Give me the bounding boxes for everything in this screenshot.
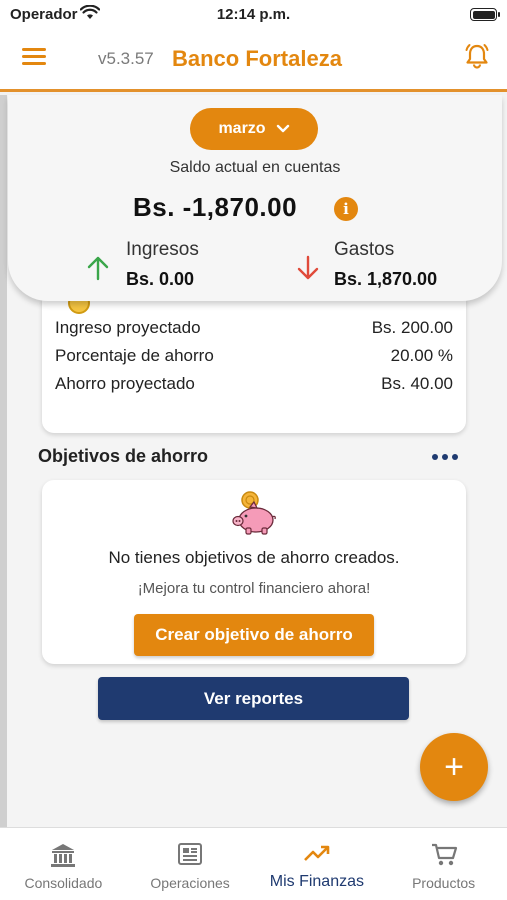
add-button[interactable]: + [420, 733, 488, 801]
tab-label: Mis Finanzas [269, 873, 364, 890]
status-bar: Operador 12:14 p.m. [0, 0, 507, 28]
bank-icon [51, 844, 76, 867]
projection-value: 20.00 % [390, 346, 453, 365]
projection-row: Ingreso proyectado Bs. 200.00 [55, 318, 453, 338]
balance-value: Bs. -1,870.00 [133, 192, 298, 222]
menu-icon[interactable] [22, 46, 48, 68]
app-bar: v5.3.57 Banco Fortaleza [0, 28, 507, 92]
projection-value: Bs. 40.00 [381, 374, 453, 393]
notification-bell-icon[interactable] [463, 42, 491, 70]
projection-label: Ingreso proyectado [55, 318, 201, 337]
expense-value: Bs. 1,870.00 [334, 269, 438, 289]
tab-label: Consolidado [24, 875, 103, 891]
operations-icon [178, 843, 203, 865]
arrow-down-icon [297, 255, 319, 280]
projection-row: Porcentaje de ahorro 20.00 % [55, 346, 453, 366]
balance-label: Saldo actual en cuentas [169, 159, 341, 176]
battery-icon [470, 8, 500, 21]
month-label: marzo [218, 120, 266, 137]
empty-goals-subtitle: ¡Mejora tu control financiero ahora! [137, 580, 371, 597]
projection-label: Ahorro proyectado [55, 374, 195, 393]
trending-up-icon [303, 845, 330, 861]
tab-mis-finanzas[interactable]: Mis Finanzas [254, 828, 381, 900]
tab-consolidado[interactable]: Consolidado [0, 828, 127, 900]
balance-summary: marzo Saldo actual en cuentas Bs. -1,870… [8, 95, 502, 301]
month-selector[interactable]: marzo [190, 108, 318, 150]
tab-label: Operaciones [150, 875, 230, 891]
tab-label: Productos [412, 875, 476, 891]
projection-row: Ahorro proyectado Bs. 40.00 [55, 374, 453, 394]
projection-value: Bs. 200.00 [371, 318, 453, 337]
side-edge [0, 95, 7, 827]
expense-label: Gastos [334, 239, 395, 260]
brand-title: Banco Fortaleza [172, 46, 342, 71]
savings-goals-card: No tienes objetivos de ahorro creados. ¡… [42, 480, 466, 664]
more-options-icon[interactable] [432, 454, 458, 460]
piggy-bank-icon [232, 491, 276, 535]
savings-goals-title: Objetivos de ahorro [38, 446, 209, 466]
info-icon[interactable]: i [334, 197, 358, 221]
empty-goals-message: No tienes objetivos de ahorro creados. [108, 548, 400, 567]
create-savings-goal-button[interactable]: Crear objetivo de ahorro [134, 614, 374, 656]
arrow-up-icon [87, 256, 109, 281]
tab-productos[interactable]: Productos [380, 828, 507, 900]
income-label: Ingresos [126, 239, 199, 260]
app-version: v5.3.57 [98, 49, 154, 68]
income-value: Bs. 0.00 [126, 269, 195, 289]
view-reports-button[interactable]: Ver reportes [98, 677, 409, 720]
chevron-down-icon [276, 124, 289, 133]
projection-label: Porcentaje de ahorro [55, 346, 214, 365]
clock: 12:14 p.m. [216, 6, 291, 23]
tab-operaciones[interactable]: Operaciones [127, 828, 254, 900]
bottom-tab-bar: Consolidado Operaciones Mis Finanzas Pro… [0, 827, 507, 900]
cart-icon [431, 843, 457, 866]
savings-projection-card: Ingreso proyectado Bs. 200.00 Porcentaje… [42, 288, 466, 433]
